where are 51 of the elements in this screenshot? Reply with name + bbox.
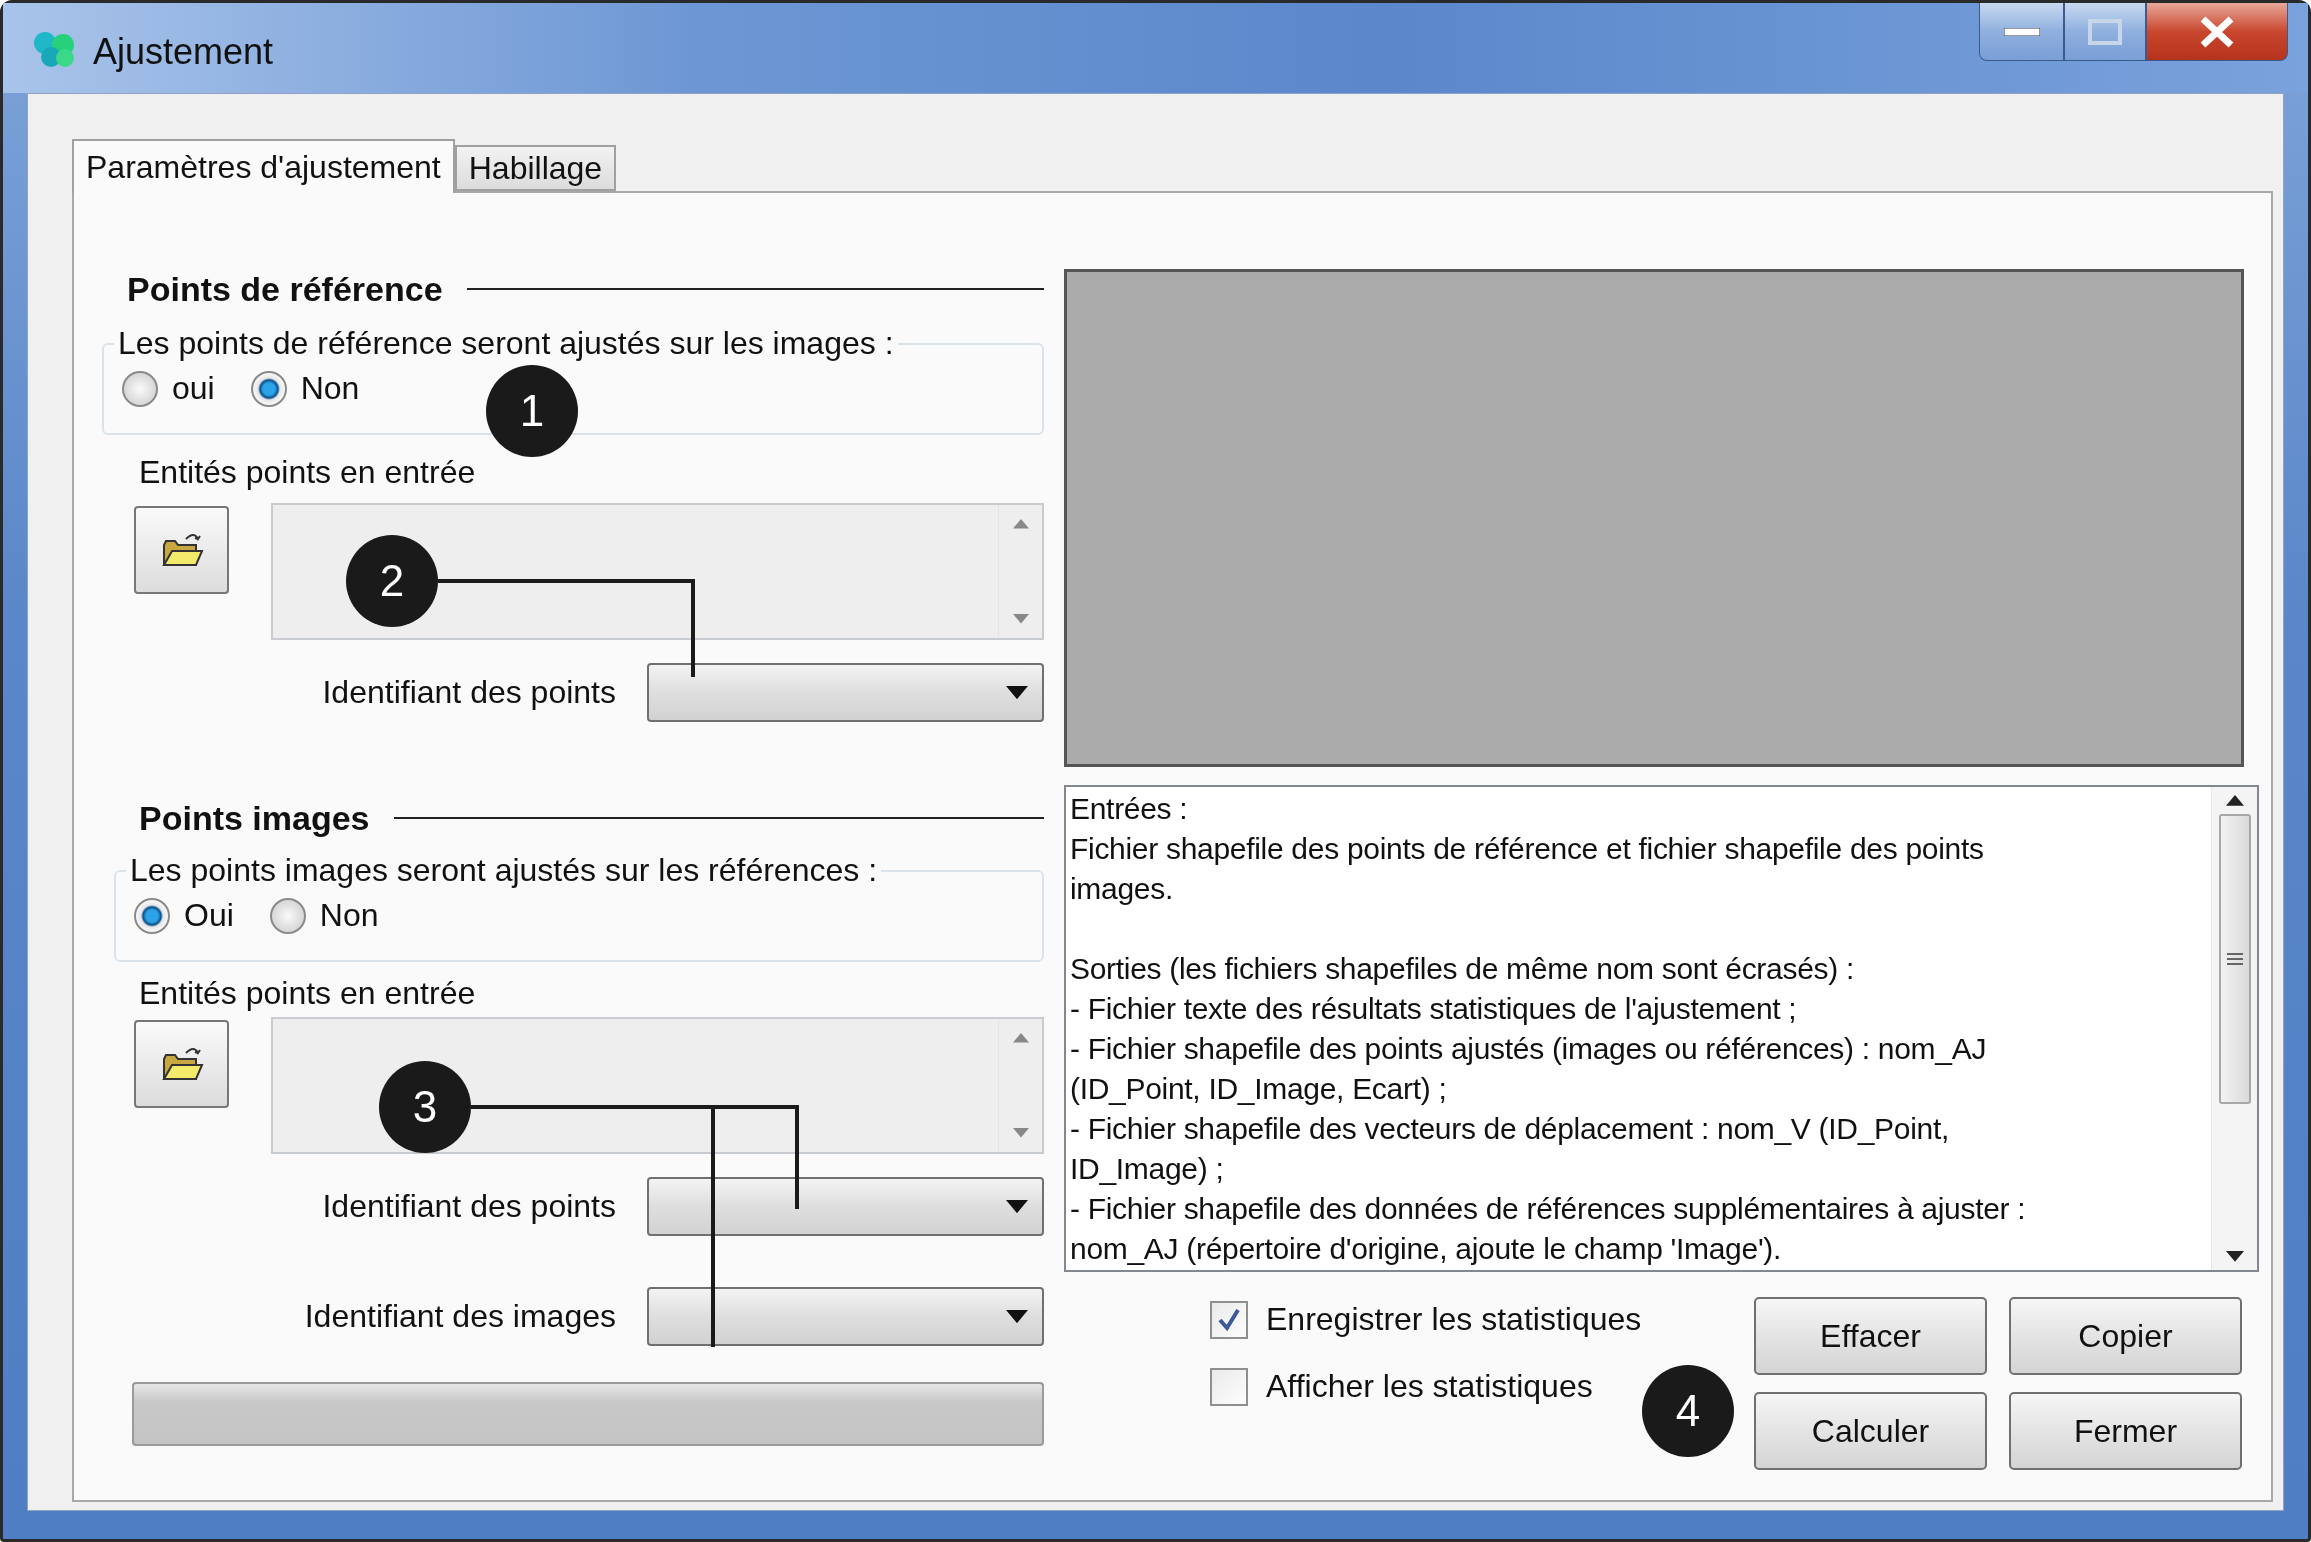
tab[interactable]: Habillage <box>454 145 617 191</box>
text-line: Sorties (les fichiers shapefiles de même nom sont écrasés) : <box>1070 951 1855 987</box>
radio-button[interactable]: Oui <box>134 897 234 934</box>
text-line: nom_AJ (répertoire d'origine, ajoute le champ 'Image'). <box>1070 1231 1783 1267</box>
dropdown-label: Identifiant des points <box>321 1188 616 1225</box>
open-folder-button[interactable] <box>134 506 229 594</box>
close-icon <box>2199 15 2235 48</box>
caret-icon[interactable] <box>1006 1309 1028 1324</box>
minimize-icon <box>2003 27 2040 36</box>
dropdown-label: Identifiant des points <box>321 674 616 711</box>
scroll-up-icon[interactable] <box>2225 795 2244 806</box>
radio-button[interactable]: Non <box>250 370 360 407</box>
scroll-down-icon[interactable] <box>2225 1251 2244 1262</box>
text-line: images. <box>1070 871 1174 907</box>
window-title: Ajustement <box>93 31 274 73</box>
radio-button[interactable]: Non <box>269 897 379 934</box>
checkmark-icon <box>1216 1306 1242 1333</box>
text-line: - Fichier shapefile des données de références supplémentaires à ajuster : <box>1070 1191 2027 1227</box>
section-heading: Points images <box>139 798 370 838</box>
text-area[interactable] <box>1064 785 2259 1272</box>
grip-icon <box>2226 951 2243 966</box>
maximize-button[interactable] <box>2064 3 2146 61</box>
text-line: (ID_Point, ID_Image, Ecart) ; <box>1070 1071 1448 1107</box>
group-label: Les points images seront ajustés sur les références : <box>129 852 879 889</box>
scroll-thumb[interactable] <box>2218 813 2251 1104</box>
checkbox[interactable]: Enregistrer les statistiques <box>1210 1297 1754 1342</box>
text-line: ID_Image) ; <box>1070 1151 1225 1187</box>
section-heading: Points de référence <box>127 269 443 309</box>
scrollbar[interactable] <box>2211 787 2257 1270</box>
action-button[interactable]: Effacer <box>1754 1297 1987 1375</box>
caret-icon[interactable] <box>1006 685 1028 700</box>
action-button[interactable]: Copier <box>2009 1297 2242 1375</box>
tab[interactable]: Paramètres d'ajustement <box>72 139 455 193</box>
text-line: - Fichier shapefile des vecteurs de déplacement : nom_V (ID_Point, <box>1070 1111 1950 1147</box>
text-line: - Fichier shapefile des points ajustés (images ou références) : nom_AJ <box>1070 1031 1988 1067</box>
action-button[interactable]: Fermer <box>2009 1392 2242 1470</box>
dropdown[interactable] <box>647 1177 1044 1236</box>
text-line: - Fichier texte des résultats statistiques de l'ajustement ; <box>1070 991 1798 1027</box>
field-label: Entités points en entrée <box>138 975 477 1013</box>
dropdown-label: Identifiant des images <box>303 1298 616 1335</box>
action-button[interactable]: Calculer <box>1754 1392 1987 1470</box>
minimize-button[interactable] <box>1979 3 2064 61</box>
open-folder-button[interactable] <box>134 1020 229 1108</box>
caret-icon[interactable] <box>1006 1199 1028 1214</box>
close-button[interactable] <box>2146 3 2288 61</box>
radio-button[interactable]: oui <box>122 370 215 407</box>
text-line: Fichier shapefile des points de référence et fichier shapefile des points <box>1070 831 1985 867</box>
field-label: Entités points en entrée <box>138 454 477 492</box>
text-line: Entrées : <box>1070 791 1189 827</box>
maximize-icon <box>2088 18 2122 45</box>
group-label: Les points de référence seront ajustés sur les images : <box>117 325 895 362</box>
